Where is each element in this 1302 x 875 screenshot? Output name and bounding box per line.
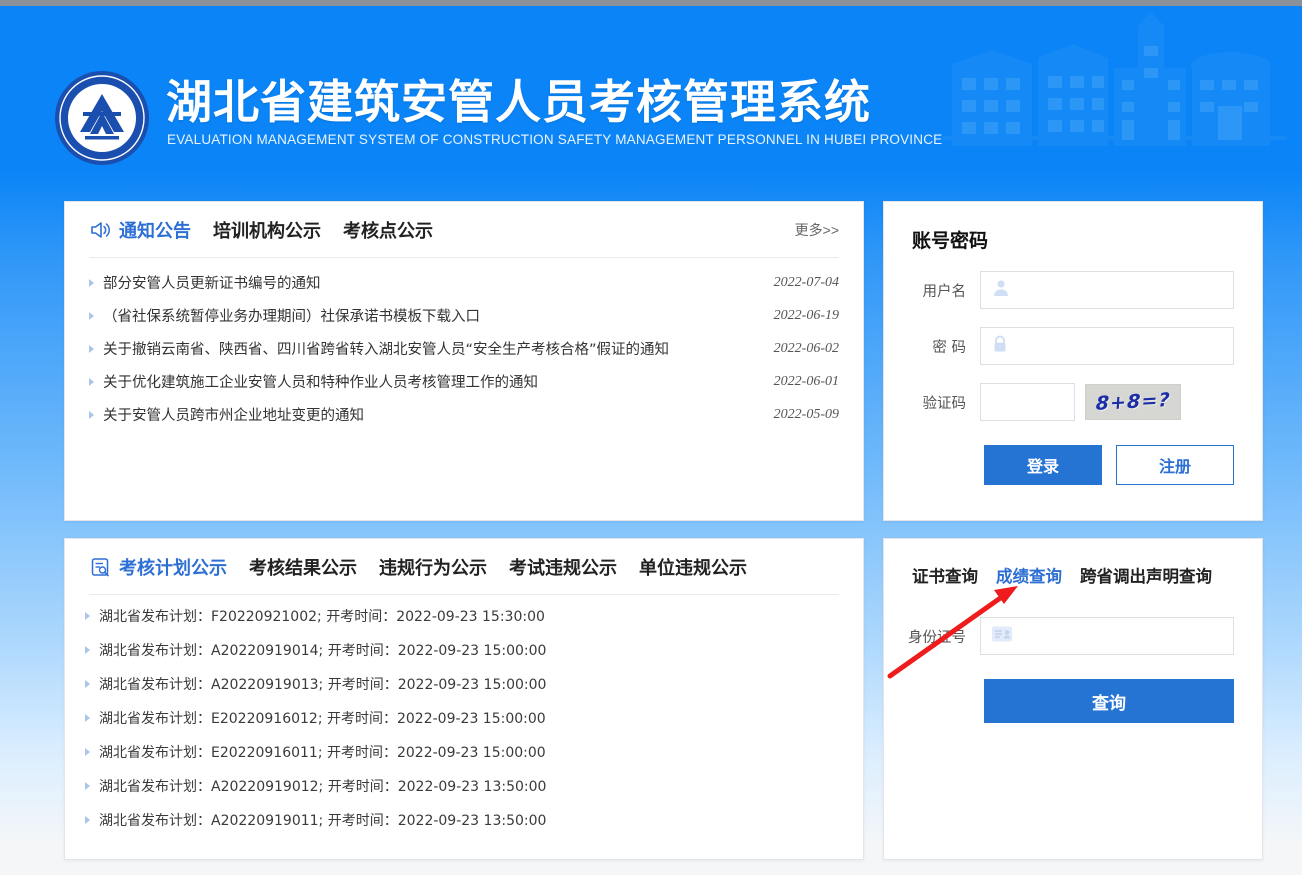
megaphone-icon: [89, 219, 111, 241]
plan-tab-4[interactable]: 单位违规公示: [639, 554, 747, 580]
username-label: 用户名: [922, 283, 967, 300]
password-label: 密 码: [932, 339, 966, 356]
list-item[interactable]: 湖北省发布计划：A20220919011; 开考时间：2022-09-23 13…: [85, 803, 843, 837]
notice-title: 部分安管人员更新证书编号的通知: [103, 276, 321, 292]
notice-date: 2022-05-09: [773, 406, 839, 422]
list-item[interactable]: 湖北省发布计划：E20220916011; 开考时间：2022-09-23 15…: [85, 735, 843, 769]
list-item[interactable]: 湖北省发布计划：F20220921002; 开考时间：2022-09-23 15…: [85, 599, 843, 633]
plan-text: 湖北省发布计划：A20220919013; 开考时间：2022-09-23 15…: [99, 677, 547, 693]
notice-title: 关于撤销云南省、陕西省、四川省跨省转入湖北安管人员“安全生产考核合格”假证的通知: [103, 342, 670, 358]
tab-divider: [89, 594, 839, 595]
list-item[interactable]: 部分安管人员更新证书编号的通知 2022-07-04: [89, 266, 839, 299]
plan-panel: 考核计划公示 考核结果公示 违规行为公示 考试违规公示 单位违规公示 湖北省发布…: [64, 538, 864, 860]
login-button-row: 登录 注册: [884, 445, 1262, 485]
plan-tab-row: 考核计划公示 考核结果公示 违规行为公示 考试违规公示 单位违规公示: [65, 539, 863, 595]
list-item[interactable]: 关于撤销云南省、陕西省、四川省跨省转入湖北安管人员“安全生产考核合格”假证的通知…: [89, 332, 839, 365]
query-tab-row: 证书查询 成绩查询 跨省调出声明查询: [884, 539, 1262, 587]
login-button[interactable]: 登录: [984, 445, 1102, 485]
document-search-icon: [89, 556, 111, 578]
captcha-image[interactable]: 8+8=?: [1085, 384, 1181, 420]
lock-icon: [991, 334, 1009, 359]
query-button[interactable]: 查询: [984, 679, 1234, 723]
tab-divider: [89, 257, 839, 258]
notice-title: （省社保系统暂停业务办理期间）社保承诺书模板下载入口: [103, 309, 480, 325]
plan-text: 湖北省发布计划：F20220921002; 开考时间：2022-09-23 15…: [99, 609, 545, 625]
notice-list: 部分安管人员更新证书编号的通知 2022-07-04 （省社保系统暂停业务办理期…: [65, 258, 863, 431]
plan-text: 湖北省发布计划：E20220916011; 开考时间：2022-09-23 15…: [99, 745, 546, 761]
list-item[interactable]: 湖北省发布计划：E20220916012; 开考时间：2022-09-23 15…: [85, 701, 843, 735]
notice-date: 2022-06-01: [773, 373, 839, 389]
notice-tab-0[interactable]: 通知公告: [119, 217, 191, 243]
bullet-icon: [85, 748, 90, 756]
notice-date: 2022-06-02: [773, 340, 839, 356]
bullet-icon: [85, 612, 90, 620]
plan-list: 湖北省发布计划：F20220921002; 开考时间：2022-09-23 15…: [65, 595, 863, 837]
id-number-label: 身份证号: [908, 629, 966, 646]
bullet-icon: [85, 646, 90, 654]
notice-tab-row: 通知公告 培训机构公示 考核点公示 更多>>: [65, 202, 863, 258]
bullet-icon: [89, 410, 94, 419]
query-panel: 证书查询 成绩查询 跨省调出声明查询 身份证号 查询: [883, 538, 1263, 860]
id-card-icon: [991, 625, 1013, 648]
bullet-icon: [89, 344, 94, 353]
username-row: 用户名: [884, 271, 1262, 309]
query-tab-certificate[interactable]: 证书查询: [912, 563, 978, 587]
plan-tab-1[interactable]: 考核结果公示: [249, 554, 357, 580]
id-number-row: 身份证号: [884, 617, 1262, 655]
notice-tab-2[interactable]: 考核点公示: [343, 217, 433, 243]
bullet-icon: [89, 311, 94, 320]
plan-text: 湖北省发布计划：A20220919011; 开考时间：2022-09-23 13…: [99, 813, 547, 829]
site-header: 湖北省建筑安管人员考核管理系统 EVALUATION MANAGEMENT SY…: [0, 6, 1302, 176]
notice-title: 关于安管人员跨市州企业地址变更的通知: [103, 408, 364, 424]
user-icon: [991, 278, 1011, 303]
plan-text: 湖北省发布计划：A20220919012; 开考时间：2022-09-23 13…: [99, 779, 547, 795]
page-title: 湖北省建筑安管人员考核管理系统: [166, 75, 871, 129]
notice-date: 2022-07-04: [773, 274, 839, 290]
plan-tab-3[interactable]: 考试违规公示: [509, 554, 617, 580]
list-item[interactable]: 湖北省发布计划：A20220919013; 开考时间：2022-09-23 15…: [85, 667, 843, 701]
notice-panel: 通知公告 培训机构公示 考核点公示 更多>> 部分安管人员更新证书编号的通知 2…: [64, 201, 864, 521]
bullet-icon: [85, 782, 90, 790]
captcha-text: 8+8=?: [1095, 389, 1171, 415]
bullet-icon: [89, 278, 94, 287]
hubei-emblem-icon: [55, 71, 149, 165]
captcha-row: 验证码 8+8=?: [884, 383, 1262, 421]
bullet-icon: [89, 377, 94, 386]
list-item[interactable]: 湖北省发布计划：A20220919014; 开考时间：2022-09-23 15…: [85, 633, 843, 667]
plan-tab-2[interactable]: 违规行为公示: [379, 554, 487, 580]
notice-date: 2022-06-19: [773, 307, 839, 323]
username-input[interactable]: [980, 271, 1234, 309]
notice-tab-1[interactable]: 培训机构公示: [213, 217, 321, 243]
notice-title: 关于优化建筑施工企业安管人员和特种作业人员考核管理工作的通知: [103, 375, 538, 391]
query-tab-score[interactable]: 成绩查询: [996, 563, 1062, 587]
login-panel-title: 账号密码: [912, 230, 989, 252]
captcha-input[interactable]: [980, 383, 1075, 421]
list-item[interactable]: 关于优化建筑施工企业安管人员和特种作业人员考核管理工作的通知 2022-06-0…: [89, 365, 839, 398]
list-item[interactable]: 关于安管人员跨市州企业地址变更的通知 2022-05-09: [89, 398, 839, 431]
bullet-icon: [85, 816, 90, 824]
password-input[interactable]: [980, 327, 1234, 365]
id-number-input[interactable]: [980, 617, 1234, 655]
query-tab-transfer[interactable]: 跨省调出声明查询: [1080, 563, 1212, 587]
captcha-label: 验证码: [922, 395, 967, 412]
plan-text: 湖北省发布计划：E20220916012; 开考时间：2022-09-23 15…: [99, 711, 546, 727]
plan-tab-0[interactable]: 考核计划公示: [119, 554, 227, 580]
list-item[interactable]: 湖北省发布计划：A20220919012; 开考时间：2022-09-23 13…: [85, 769, 843, 803]
password-row: 密 码: [884, 327, 1262, 365]
notice-more-link[interactable]: 更多>>: [795, 220, 839, 240]
page-subtitle: EVALUATION MANAGEMENT SYSTEM OF CONSTRUC…: [167, 132, 943, 147]
plan-text: 湖北省发布计划：A20220919014; 开考时间：2022-09-23 15…: [99, 643, 547, 659]
bullet-icon: [85, 714, 90, 722]
bullet-icon: [85, 680, 90, 688]
register-button[interactable]: 注册: [1116, 445, 1234, 485]
login-panel: 账号密码 用户名 密 码 验证码 8+8=? 登录 注册: [883, 201, 1263, 521]
list-item[interactable]: （省社保系统暂停业务办理期间）社保承诺书模板下载入口 2022-06-19: [89, 299, 839, 332]
